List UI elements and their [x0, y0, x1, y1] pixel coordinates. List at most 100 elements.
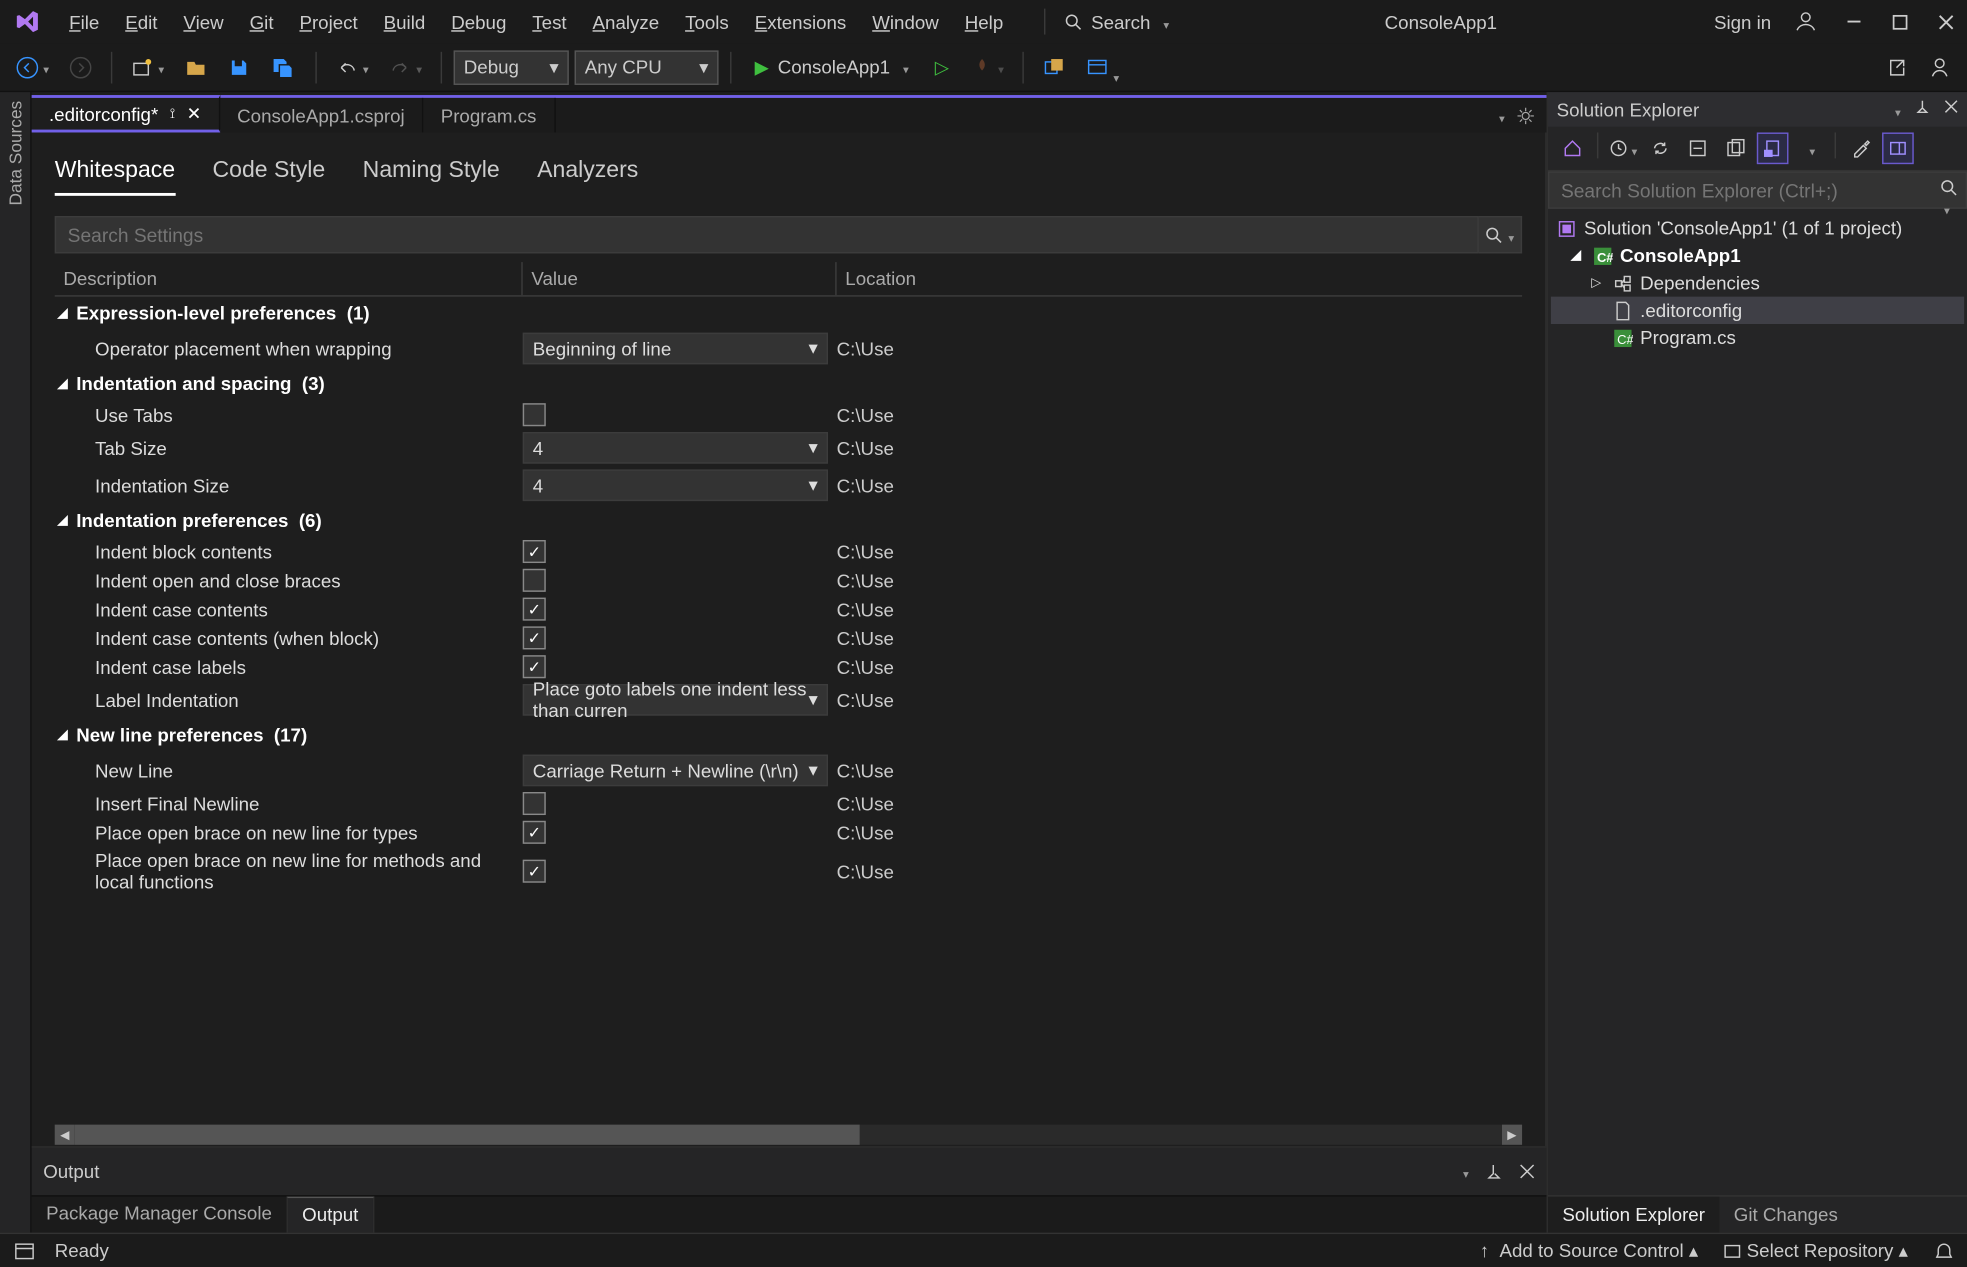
search-settings-input[interactable]	[55, 216, 1479, 253]
menu-tools[interactable]: Tools	[674, 5, 741, 38]
config-tab-analyzers[interactable]: Analyzers	[537, 158, 638, 195]
output-window-icon[interactable]	[14, 1241, 34, 1261]
panel-close-icon[interactable]	[1944, 99, 1958, 121]
share-icon[interactable]	[1878, 50, 1915, 85]
menu-extensions[interactable]: Extensions	[743, 5, 858, 38]
column-header-description[interactable]: Description	[55, 262, 523, 295]
left-side-rail[interactable]: Data Sources	[0, 92, 32, 1232]
setting-row[interactable]: Indent block contents✓C:\Use	[55, 537, 1522, 566]
menu-edit[interactable]: Edit	[114, 5, 169, 38]
setting-checkbox[interactable]: ✓	[523, 540, 546, 563]
setting-row[interactable]: Indent case contents✓C:\Use	[55, 595, 1522, 624]
panel-options-dropdown[interactable]	[1891, 99, 1901, 121]
setting-combo[interactable]: 4▾	[523, 432, 828, 464]
setting-row[interactable]: Indentation Size4▾C:\Use	[55, 467, 1522, 504]
doc-tab[interactable]: .editorconfig*⟟✕	[32, 95, 220, 132]
setting-row[interactable]: Label IndentationPlace goto labels one i…	[55, 681, 1522, 718]
live-share-icon[interactable]	[1079, 50, 1127, 85]
menu-window[interactable]: Window	[861, 5, 951, 38]
settings-group-header[interactable]: ◢New line preferences (17)	[55, 719, 1522, 752]
bottom-tab-output[interactable]: Output	[286, 1197, 374, 1233]
menu-test[interactable]: Test	[521, 5, 578, 38]
setting-row[interactable]: Place open brace on new line for types✓C…	[55, 818, 1522, 847]
home-icon[interactable]	[1557, 132, 1589, 164]
setting-row[interactable]: Tab Size4▾C:\Use	[55, 429, 1522, 466]
new-project-button[interactable]	[124, 50, 172, 85]
setting-row[interactable]: New LineCarriage Return + Newline (\r\n)…	[55, 752, 1522, 789]
dependencies-node[interactable]: ▷ Dependencies	[1551, 269, 1964, 296]
menu-analyze[interactable]: Analyze	[581, 5, 671, 38]
panel-pin-icon[interactable]	[1915, 99, 1929, 121]
properties-icon[interactable]	[1845, 132, 1877, 164]
setting-row[interactable]: Place open brace on new line for methods…	[55, 847, 1522, 896]
doc-tab[interactable]: ConsoleApp1.csproj	[220, 98, 424, 133]
setting-checkbox[interactable]: ✓	[523, 821, 546, 844]
config-tab-whitespace[interactable]: Whitespace	[55, 158, 175, 195]
menu-file[interactable]: File	[58, 5, 111, 38]
column-header-location[interactable]: Location	[837, 262, 1522, 295]
solution-explorer-search-input[interactable]	[1548, 171, 1967, 208]
setting-checkbox[interactable]: ✓	[523, 655, 546, 678]
minimize-button[interactable]	[1843, 12, 1863, 32]
settings-group-header[interactable]: ◢Indentation preferences (6)	[55, 504, 1522, 537]
setting-combo[interactable]: Place goto labels one indent less than c…	[523, 684, 828, 716]
preview-selected-icon[interactable]	[1757, 132, 1789, 164]
redo-button[interactable]	[382, 50, 430, 85]
setting-combo[interactable]: Carriage Return + Newline (\r\n)▾	[523, 755, 828, 787]
setting-combo[interactable]: Beginning of line▾	[523, 333, 828, 365]
data-sources-tab[interactable]: Data Sources	[5, 101, 25, 206]
editorconfig-file-node[interactable]: .editorconfig	[1551, 297, 1964, 324]
project-node[interactable]: ◢ C# ConsoleApp1	[1551, 242, 1964, 269]
scroll-right-button[interactable]: ▸	[1502, 1125, 1522, 1145]
show-all-files-icon[interactable]	[1719, 132, 1751, 164]
right-tab-git-changes[interactable]: Git Changes	[1719, 1197, 1852, 1233]
setting-row[interactable]: Insert Final NewlineC:\Use	[55, 789, 1522, 818]
menu-help[interactable]: Help	[953, 5, 1015, 38]
save-all-button[interactable]	[264, 50, 304, 85]
config-tab-naming-style[interactable]: Naming Style	[363, 158, 500, 195]
search-settings-button[interactable]	[1479, 216, 1522, 253]
hot-reload-button[interactable]	[964, 50, 1012, 85]
config-tab-code-style[interactable]: Code Style	[213, 158, 326, 195]
account-admin-icon[interactable]	[1921, 50, 1958, 85]
solution-node[interactable]: Solution 'ConsoleApp1' (1 of 1 project)	[1551, 215, 1964, 242]
platform-combo[interactable]: Any CPU▾	[575, 50, 719, 85]
browse-icon[interactable]	[1036, 50, 1073, 85]
setting-combo[interactable]: 4▾	[523, 469, 828, 501]
collapse-all-icon[interactable]	[1682, 132, 1714, 164]
settings-group-header[interactable]: ◢Indentation and spacing (3)	[55, 367, 1522, 400]
setting-checkbox[interactable]	[523, 792, 546, 815]
doc-tab[interactable]: Program.cs	[423, 98, 555, 133]
setting-row[interactable]: Indent open and close bracesC:\Use	[55, 566, 1522, 595]
pin-icon[interactable]: ⟟	[170, 106, 175, 122]
setting-checkbox[interactable]: ✓	[523, 626, 546, 649]
scroll-left-button[interactable]: ◂	[55, 1125, 75, 1145]
menu-project[interactable]: Project	[288, 5, 369, 38]
setting-checkbox[interactable]	[523, 569, 546, 592]
settings-group-header[interactable]: ◢Expression-level preferences (1)	[55, 297, 1522, 330]
search-icon[interactable]	[1940, 179, 1959, 219]
start-without-debugging-button[interactable]: ▷	[926, 50, 958, 85]
menu-view[interactable]: View	[172, 5, 235, 38]
add-to-source-control[interactable]: ↑ Add to Source Control ▴	[1480, 1239, 1699, 1262]
nav-forward-button[interactable]	[62, 50, 99, 85]
settings-grid[interactable]: ◢Expression-level preferences (1)Operato…	[55, 297, 1522, 1124]
signin-link[interactable]: Sign in	[1700, 11, 1786, 33]
menu-debug[interactable]: Debug	[440, 5, 518, 38]
search-box[interactable]: Search	[1051, 6, 1182, 36]
setting-checkbox[interactable]: ✓	[523, 860, 546, 883]
maximize-button[interactable]	[1889, 12, 1909, 32]
history-icon[interactable]	[1607, 132, 1639, 164]
program-cs-node[interactable]: C# Program.cs	[1551, 324, 1964, 351]
save-button[interactable]	[220, 50, 257, 85]
output-close-icon[interactable]	[1519, 1164, 1535, 1180]
solution-explorer-search[interactable]	[1548, 171, 1967, 208]
column-header-value[interactable]: Value	[523, 262, 837, 295]
open-file-button[interactable]	[177, 50, 214, 85]
select-repository[interactable]: Select Repository ▴	[1724, 1239, 1908, 1262]
preview-icon[interactable]	[1882, 132, 1914, 164]
configuration-combo[interactable]: Debug▾	[454, 50, 569, 85]
output-pin-icon[interactable]	[1486, 1164, 1502, 1180]
setting-checkbox[interactable]: ✓	[523, 598, 546, 621]
bottom-tab-package-manager-console[interactable]: Package Manager Console	[32, 1197, 287, 1233]
